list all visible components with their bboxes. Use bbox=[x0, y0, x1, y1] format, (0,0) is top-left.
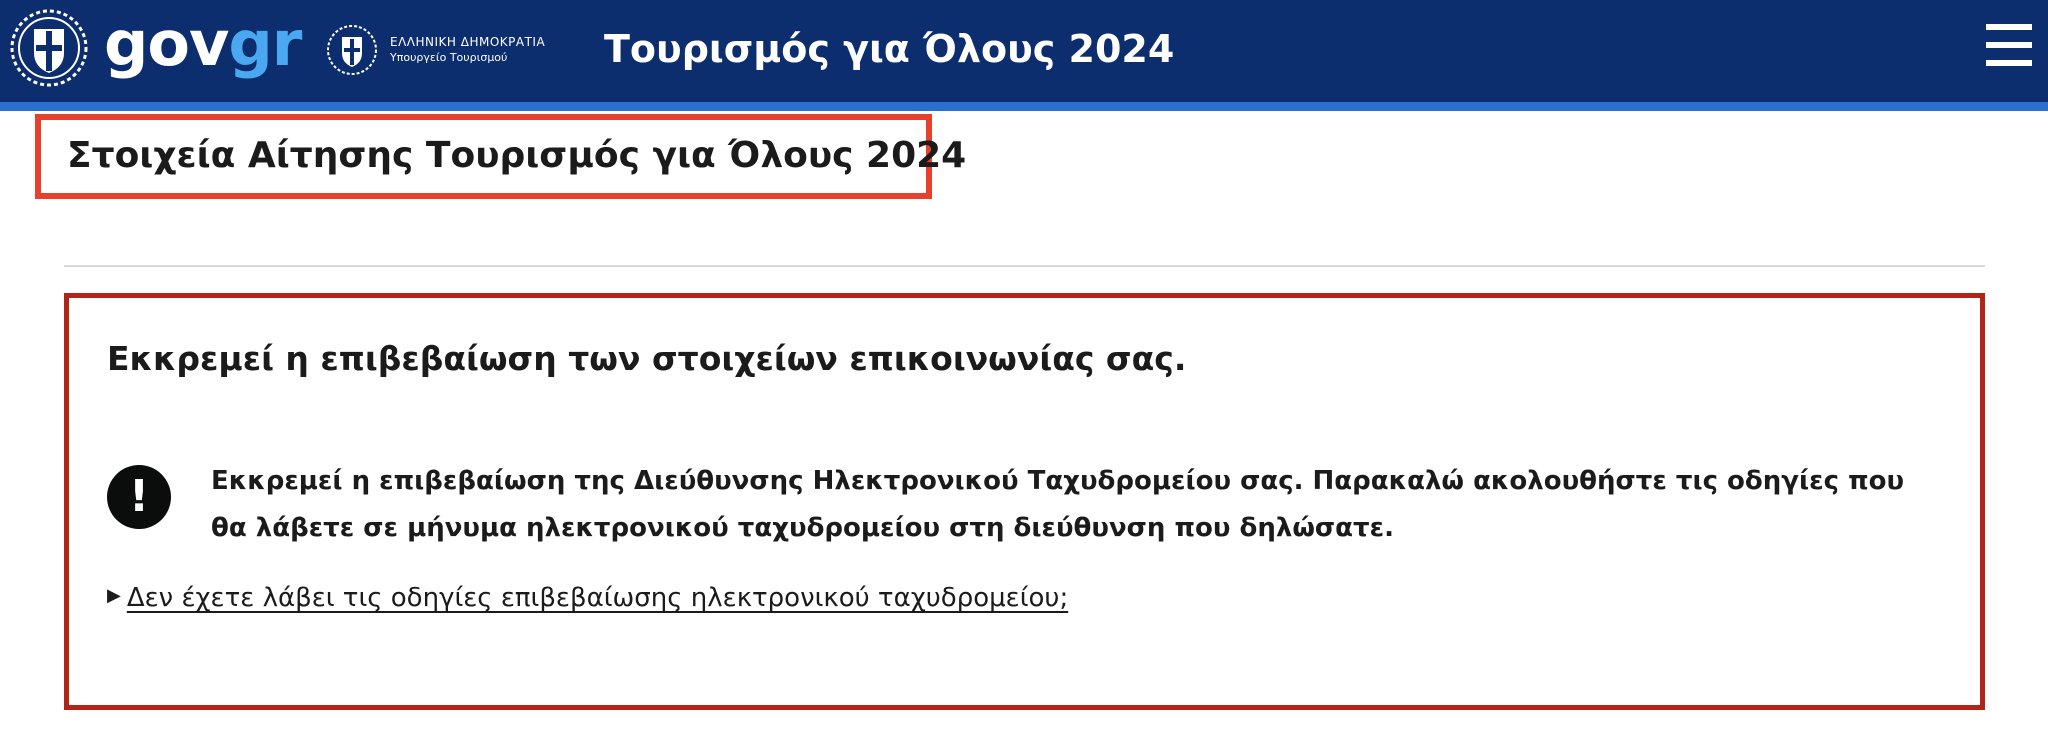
warning-message-line-2: θα λάβετε σε μήνυμα ηλεκτρονικού ταχυδρο… bbox=[211, 513, 1394, 543]
govgr-logo[interactable]: govgr bbox=[104, 2, 302, 86]
triangle-right-icon: ▶ bbox=[107, 584, 121, 606]
logo-gr-text: gr bbox=[228, 7, 302, 80]
header-accent-stripe bbox=[0, 102, 2048, 111]
hamburger-icon-bar bbox=[1986, 24, 2032, 30]
email-help-details-label[interactable]: Δεν έχετε λάβει τις οδηγίες επιβεβαίωσης… bbox=[127, 583, 1068, 613]
greek-coat-of-arms-logo bbox=[10, 9, 88, 87]
ministry-republic-label: ΕΛΛΗΝΙΚΗ ΔΗΜΟΚΡΑΤΙΑ bbox=[390, 35, 546, 49]
exclamation-glyph: ! bbox=[128, 471, 150, 522]
service-title[interactable]: Τουρισμός για Όλους 2024 bbox=[604, 26, 1174, 72]
notice-heading: Εκκρεμεί η επιβεβαίωση των στοιχείων επι… bbox=[107, 339, 1187, 378]
ministry-name-label: Υπουργείο Τουρισμού bbox=[390, 51, 508, 64]
page-title-highlight: Στοιχεία Αίτησης Τουρισμός για Όλους 202… bbox=[35, 114, 966, 199]
section-divider bbox=[64, 265, 1985, 267]
ministry-emblem-icon bbox=[327, 25, 377, 75]
logo-gov-text: gov bbox=[104, 7, 229, 80]
site-header: govgr ΕΛΛΗΝΙΚΗ ΔΗΜΟΚΡΑΤΙΑ Υπουργείο Τουρ… bbox=[0, 0, 2048, 104]
hamburger-icon-bar bbox=[1986, 60, 2032, 66]
hamburger-icon-bar bbox=[1986, 42, 2032, 48]
warning-message-line-1: Εκκρεμεί η επιβεβαίωση της Διεύθυνσης Ηλ… bbox=[211, 466, 1905, 496]
pending-verification-notice: Εκκρεμεί η επιβεβαίωση των στοιχείων επι… bbox=[64, 293, 1985, 710]
ministry-text: ΕΛΛΗΝΙΚΗ ΔΗΜΟΚΡΑΤΙΑ Υπουργείο Τουρισμού bbox=[390, 35, 545, 65]
exclamation-icon: ! bbox=[107, 465, 171, 529]
email-help-details-toggle[interactable]: ▶ Δεν έχετε λάβει τις οδηγίες επιβεβαίωση… bbox=[107, 578, 1068, 619]
menu-button[interactable] bbox=[1986, 24, 2032, 66]
page-title: Στοιχεία Αίτησης Τουρισμός για Όλους 202… bbox=[67, 135, 967, 176]
warning-message: Εκκρεμεί η επιβεβαίωση της Διεύθυνσης Ηλ… bbox=[211, 458, 1931, 552]
